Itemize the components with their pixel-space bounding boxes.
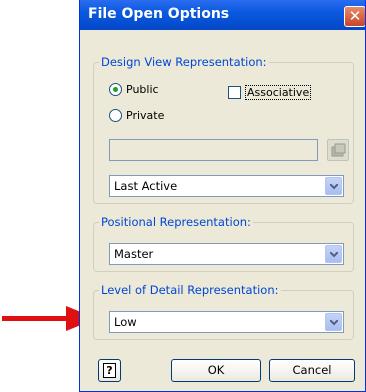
browse-button (327, 139, 349, 161)
positional-legend: Positional Representation: (99, 215, 253, 229)
radio-private-label: Private (126, 109, 165, 122)
close-icon: ✕ (348, 7, 362, 25)
radio-private[interactable]: Private (109, 109, 164, 122)
design-view-path-field (109, 139, 318, 161)
positional-select[interactable]: Master (109, 243, 344, 265)
positional-group: Positional Representation: Master (93, 215, 354, 272)
folder-browse-icon (331, 143, 346, 157)
ok-button[interactable]: OK (171, 359, 261, 382)
dialog-title: File Open Options (88, 6, 230, 22)
close-button[interactable]: ✕ (344, 6, 365, 27)
level-of-detail-select[interactable]: Low (109, 311, 344, 333)
help-button[interactable]: ? (98, 359, 121, 382)
positional-select-value: Master (114, 247, 154, 261)
level-of-detail-select-value: Low (114, 315, 137, 329)
associative-label: Associative (245, 85, 312, 100)
cancel-button[interactable]: Cancel (269, 359, 355, 382)
design-view-group: Design View Representation: Public Assoc… (93, 55, 354, 204)
chevron-down-icon[interactable] (325, 313, 342, 331)
associative-checkbox-row[interactable]: Associative (228, 85, 312, 100)
level-of-detail-legend: Level of Detail Representation: (99, 283, 281, 297)
title-bar: File Open Options ✕ (80, 0, 365, 30)
radio-public[interactable]: Public (109, 83, 159, 96)
help-icon: ? (103, 363, 116, 378)
associative-checkbox[interactable] (228, 86, 241, 99)
level-of-detail-group: Level of Detail Representation: Low (93, 283, 354, 340)
chevron-down-icon[interactable] (325, 177, 342, 195)
radio-public-indicator[interactable] (109, 83, 122, 96)
radio-public-label: Public (126, 83, 159, 96)
design-view-select[interactable]: Last Active (109, 175, 344, 197)
design-view-legend: Design View Representation: (99, 55, 269, 69)
file-open-options-dialog: File Open Options ✕ Design View Represen… (79, 0, 366, 392)
design-view-select-value: Last Active (114, 179, 178, 193)
chevron-down-icon[interactable] (325, 245, 342, 263)
radio-private-indicator[interactable] (109, 109, 122, 122)
